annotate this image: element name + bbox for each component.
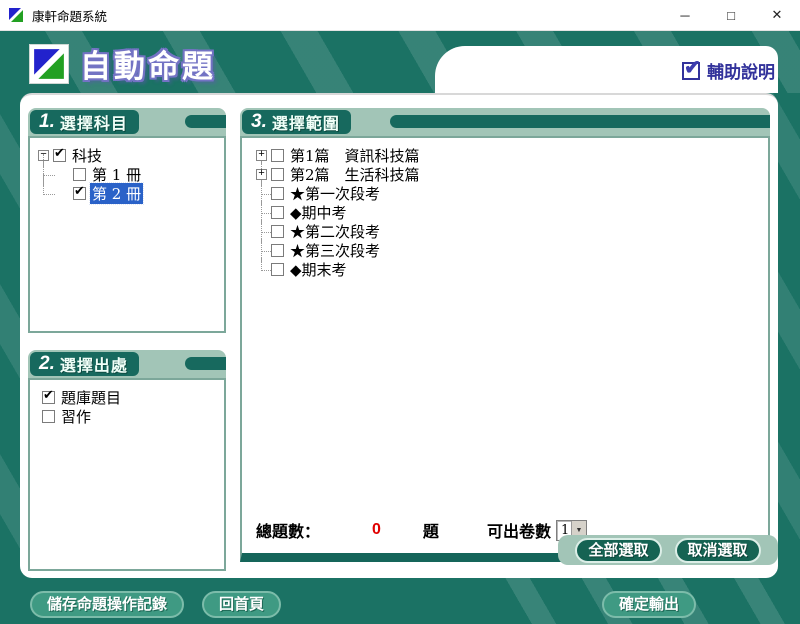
- tree-row-volume2: ✔ 第 2 冊: [36, 184, 220, 203]
- help-label: 輔助說明: [707, 58, 775, 83]
- brand: 自動命題: [30, 41, 216, 86]
- panel3-title-tab: 3. 選擇範圍: [242, 110, 351, 134]
- tree-label[interactable]: 科技: [70, 145, 104, 166]
- tree-label[interactable]: 第 1 冊: [90, 164, 143, 185]
- checkbox-part1[interactable]: [271, 149, 284, 162]
- total-count-label: 總題數：: [256, 518, 320, 542]
- panel1-title: 選擇科目: [60, 110, 128, 134]
- selection-actions: 全部選取 取消選取: [558, 535, 778, 565]
- save-record-button[interactable]: 儲存命題操作記錄: [30, 591, 184, 618]
- page-header: 自動命題 ✔ 輔助說明: [0, 30, 800, 93]
- checkbox-volume1[interactable]: [73, 168, 86, 181]
- panel3-header: 3. 選擇範圍: [240, 108, 770, 136]
- tree-row-exam2: ★第二次段考: [254, 222, 764, 241]
- panel2-title: 選擇出處: [60, 352, 128, 376]
- window-title: 康軒命題系統: [32, 6, 107, 25]
- checkbox-final[interactable]: [271, 263, 284, 276]
- footer-bar: 儲存命題操作記錄 回首頁 確定輸出: [0, 578, 800, 624]
- tree-row-final: ◆期末考: [254, 260, 764, 279]
- expand-toggle-icon[interactable]: +: [256, 150, 267, 161]
- select-all-button[interactable]: 全部選取: [575, 538, 661, 563]
- source-list: ✔ 題庫題目 習作: [28, 378, 226, 571]
- panel3-number: 3.: [251, 111, 267, 133]
- panel2-number: 2.: [39, 353, 55, 375]
- checkbox-midterm[interactable]: [271, 206, 284, 219]
- maximize-button[interactable]: □: [708, 0, 754, 30]
- source-label[interactable]: 題庫題目: [59, 387, 123, 408]
- app-logo-icon: [8, 7, 24, 23]
- checkbox-volume2[interactable]: ✔: [73, 187, 86, 200]
- source-row-bank: ✔ 題庫題目: [36, 388, 220, 407]
- tree-label[interactable]: ★第一次段考: [288, 183, 382, 204]
- panel2-header-bar: [185, 357, 226, 370]
- content-card: 1. 選擇科目 − ✔ 科技 第 1 冊: [20, 93, 778, 578]
- help-button[interactable]: ✔ 輔助說明: [682, 58, 775, 83]
- panel1-title-tab: 1. 選擇科目: [30, 110, 139, 134]
- total-count-unit: 題: [423, 518, 439, 542]
- panel1-number: 1.: [39, 111, 55, 133]
- panel1-header: 1. 選擇科目: [28, 108, 226, 136]
- tree-label[interactable]: ★第二次段考: [288, 221, 382, 242]
- source-label[interactable]: 習作: [59, 406, 93, 427]
- home-button[interactable]: 回首頁: [202, 591, 281, 618]
- brand-logo-icon: [30, 45, 68, 83]
- checkbox-question-bank[interactable]: ✔: [42, 391, 55, 404]
- tree-row-midterm: ◆期中考: [254, 203, 764, 222]
- checkbox-exam1[interactable]: [271, 187, 284, 200]
- total-count-value: 0: [372, 521, 381, 539]
- tree-row-part1: + 第1篇 資訊科技篇: [254, 146, 764, 165]
- source-row-workbook: 習作: [36, 407, 220, 426]
- tree-label[interactable]: ◆期中考: [288, 202, 349, 223]
- page-title: 自動命題: [80, 41, 216, 86]
- checkbox-workbook[interactable]: [42, 410, 55, 423]
- tree-label[interactable]: 第1篇 資訊科技篇: [288, 145, 422, 166]
- tree-row-volume1: 第 1 冊: [36, 165, 220, 184]
- panel1-header-bar: [185, 115, 226, 128]
- paper-count-label: 可出卷數: [487, 518, 551, 542]
- tree-label[interactable]: 第2篇 生活科技篇: [288, 164, 422, 185]
- tree-row-part2: + 第2篇 生活科技篇: [254, 165, 764, 184]
- checkbox-exam2[interactable]: [271, 225, 284, 238]
- window-controls: ─ □ ✕: [662, 0, 800, 30]
- range-tree: + 第1篇 資訊科技篇 + 第2篇 生活科技篇: [240, 136, 770, 562]
- totals-row: 總題數： 0 題 可出卷數 1 ▼: [256, 518, 587, 542]
- close-button[interactable]: ✕: [754, 0, 800, 30]
- help-check-icon: ✔: [682, 62, 700, 80]
- panel3-title: 選擇範圍: [272, 110, 340, 134]
- titlebar: 康軒命題系統 ─ □ ✕: [0, 0, 800, 31]
- checkbox-part2[interactable]: [271, 168, 284, 181]
- tree-label[interactable]: ★第三次段考: [288, 240, 382, 261]
- panel-select-range: 3. 選擇範圍 + 第1篇 資訊科技篇 +: [240, 108, 770, 573]
- panel2-header: 2. 選擇出處: [28, 350, 226, 378]
- tree-row-exam1: ★第一次段考: [254, 184, 764, 203]
- expand-toggle-icon[interactable]: +: [256, 169, 267, 180]
- tree-label[interactable]: ◆期末考: [288, 259, 349, 280]
- panel2-title-tab: 2. 選擇出處: [30, 352, 139, 376]
- panel3-header-bar: [390, 115, 770, 128]
- checkbox-exam3[interactable]: [271, 244, 284, 257]
- deselect-all-button[interactable]: 取消選取: [675, 538, 761, 563]
- subject-tree: − ✔ 科技 第 1 冊 ✔ 第 2 冊: [28, 136, 226, 333]
- tree-row-exam3: ★第三次段考: [254, 241, 764, 260]
- panel-select-source: 2. 選擇出處 ✔ 題庫題目 習作: [28, 350, 226, 378]
- panel-select-subject: 1. 選擇科目 − ✔ 科技 第 1 冊: [28, 108, 226, 136]
- tree-row-subject: − ✔ 科技: [36, 146, 220, 165]
- tree-label-selected[interactable]: 第 2 冊: [90, 183, 143, 204]
- app-window: 康軒命題系統 ─ □ ✕ 自動命題 ✔ 輔助說明: [0, 0, 800, 624]
- confirm-output-button[interactable]: 確定輸出: [602, 591, 696, 618]
- minimize-button[interactable]: ─: [662, 0, 708, 30]
